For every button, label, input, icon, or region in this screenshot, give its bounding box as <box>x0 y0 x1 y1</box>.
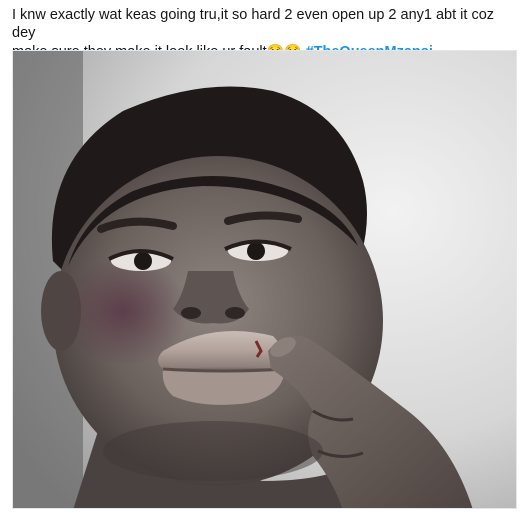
tweet: I knw exactly wat keas going tru,it so h… <box>0 0 523 515</box>
tweet-text-line1: I knw exactly wat keas going tru,it so h… <box>12 7 495 41</box>
photo-image <box>13 51 516 508</box>
tweet-photo[interactable] <box>12 50 517 509</box>
